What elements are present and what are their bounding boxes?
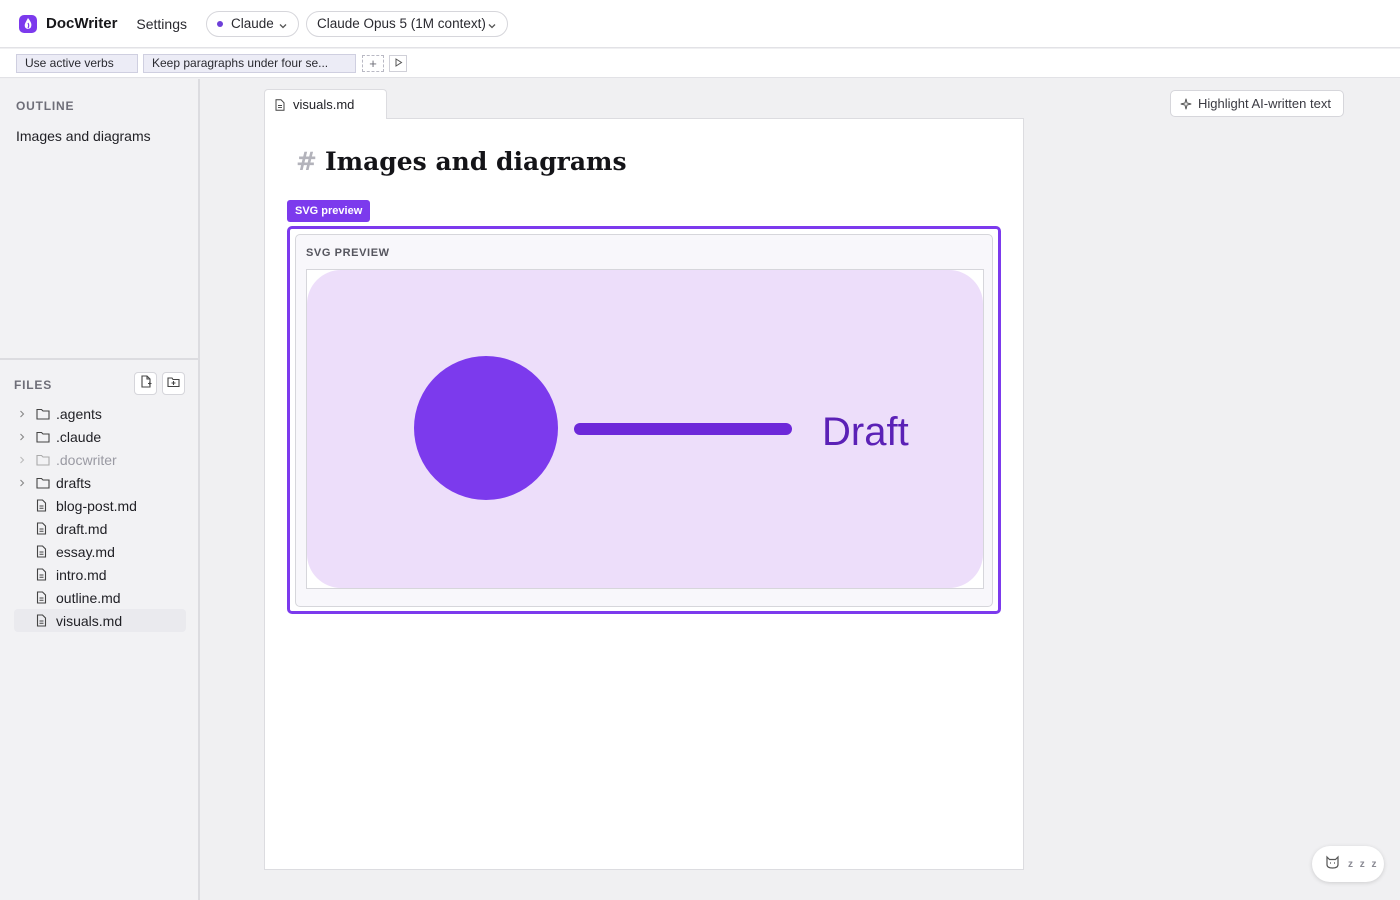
tree-item-label: visuals.md bbox=[56, 612, 123, 629]
chevron-right-icon bbox=[19, 479, 29, 487]
provider-label: Claude bbox=[231, 16, 274, 31]
svg-drawing: Draft bbox=[307, 270, 983, 588]
model-select[interactable]: Claude Opus 5 (1M context) bbox=[306, 10, 508, 37]
cat-icon bbox=[1325, 855, 1340, 874]
sparkle-icon bbox=[1180, 98, 1192, 110]
chevron-down-icon bbox=[487, 19, 497, 29]
tree-item-label: outline.md bbox=[56, 589, 121, 606]
new-file-icon bbox=[140, 374, 152, 393]
svg-draft-text: Draft bbox=[822, 410, 909, 454]
outline-title: OUTLINE bbox=[16, 99, 75, 113]
tree-item-label: blog-post.md bbox=[56, 497, 137, 514]
tree-file-visuals[interactable]: visuals.md bbox=[14, 609, 186, 632]
chevron-right-icon bbox=[19, 410, 29, 418]
folder-icon bbox=[36, 407, 50, 421]
settings-link[interactable]: Settings bbox=[136, 16, 187, 32]
tree-item-label: essay.md bbox=[56, 543, 115, 560]
file-icon bbox=[36, 568, 50, 582]
heading-marker: # bbox=[296, 147, 317, 176]
rules-bar: Use active verbs Keep paragraphs under f… bbox=[0, 49, 1400, 78]
provider-status-dot bbox=[217, 20, 223, 27]
svg-circle bbox=[414, 356, 558, 500]
outline-item[interactable]: Images and diagrams bbox=[16, 128, 151, 144]
files-title: FILES bbox=[14, 378, 53, 392]
tab-label: visuals.md bbox=[293, 97, 355, 112]
svg-preview-tag: SVG preview bbox=[287, 200, 371, 222]
tree-folder-drafts[interactable]: drafts bbox=[14, 471, 186, 494]
document-heading[interactable]: # Images and diagrams bbox=[296, 147, 627, 176]
folder-icon bbox=[36, 453, 50, 467]
file-icon bbox=[36, 545, 50, 559]
tree-folder-claude[interactable]: .claude bbox=[14, 425, 186, 448]
app-name: DocWriter bbox=[46, 15, 118, 32]
tree-file-blog-post[interactable]: blog-post.md bbox=[14, 494, 186, 517]
run-rules-button[interactable] bbox=[389, 54, 407, 72]
highlight-label: Highlight AI-written text bbox=[1198, 96, 1331, 111]
chevron-down-icon bbox=[278, 19, 288, 29]
brand[interactable]: DocWriter bbox=[18, 14, 117, 34]
tree-file-outline[interactable]: outline.md bbox=[14, 586, 186, 609]
tree-item-label: intro.md bbox=[56, 566, 107, 583]
tree-item-label: .docwriter bbox=[56, 451, 117, 468]
heading-text: Images and diagrams bbox=[324, 147, 627, 176]
sidebar-divider[interactable] bbox=[0, 358, 198, 360]
rule-chip[interactable]: Keep paragraphs under four se... bbox=[143, 53, 356, 73]
add-rule-button[interactable]: + bbox=[362, 54, 384, 72]
tree-item-label: drafts bbox=[56, 474, 92, 491]
folder-icon bbox=[36, 476, 50, 490]
highlight-ai-text-button[interactable]: Highlight AI-written text bbox=[1170, 90, 1344, 117]
top-bar: DocWriter Settings Claude Claude Opus 5 … bbox=[0, 0, 1400, 48]
model-label: Claude Opus 5 (1M context) bbox=[317, 16, 486, 31]
file-icon bbox=[36, 499, 50, 513]
tree-file-intro[interactable]: intro.md bbox=[14, 563, 186, 586]
svg-preview-canvas: Draft bbox=[306, 269, 984, 589]
new-folder-icon bbox=[167, 375, 180, 393]
play-icon bbox=[394, 54, 403, 72]
file-tree: .agents .claude .docwriter drafts blog-p… bbox=[14, 402, 186, 632]
svg-preview-panel: SVG PREVIEW Draft bbox=[295, 234, 993, 607]
svg-preview-block[interactable]: SVG PREVIEW Draft bbox=[287, 226, 1001, 614]
chevron-right-icon bbox=[19, 456, 29, 464]
file-icon bbox=[36, 614, 50, 628]
svg-preview-label: SVG PREVIEW bbox=[306, 247, 390, 259]
tree-folder-docwriter[interactable]: .docwriter bbox=[14, 448, 186, 471]
zzz-text: z z z bbox=[1348, 858, 1379, 870]
folder-icon bbox=[36, 430, 50, 444]
file-icon bbox=[275, 98, 287, 111]
rule-chip[interactable]: Use active verbs bbox=[16, 53, 138, 73]
tree-folder-agents[interactable]: .agents bbox=[14, 402, 186, 425]
docwriter-logo-icon bbox=[18, 14, 38, 34]
chevron-right-icon bbox=[19, 433, 29, 441]
tree-item-label: .claude bbox=[56, 428, 102, 445]
tree-item-label: .agents bbox=[56, 405, 102, 422]
tree-file-essay[interactable]: essay.md bbox=[14, 540, 186, 563]
file-icon bbox=[36, 522, 50, 536]
sleeping-mascot-button[interactable]: z z z bbox=[1312, 846, 1384, 882]
new-file-button[interactable] bbox=[134, 372, 157, 395]
provider-select[interactable]: Claude bbox=[206, 10, 299, 37]
sidebar: OUTLINE Images and diagrams FILES .agent… bbox=[0, 79, 200, 900]
file-icon bbox=[36, 591, 50, 605]
tree-file-draft[interactable]: draft.md bbox=[14, 517, 186, 540]
new-folder-button[interactable] bbox=[162, 372, 185, 395]
tree-item-label: draft.md bbox=[56, 520, 108, 537]
tab-visuals-md[interactable]: visuals.md bbox=[264, 89, 387, 119]
